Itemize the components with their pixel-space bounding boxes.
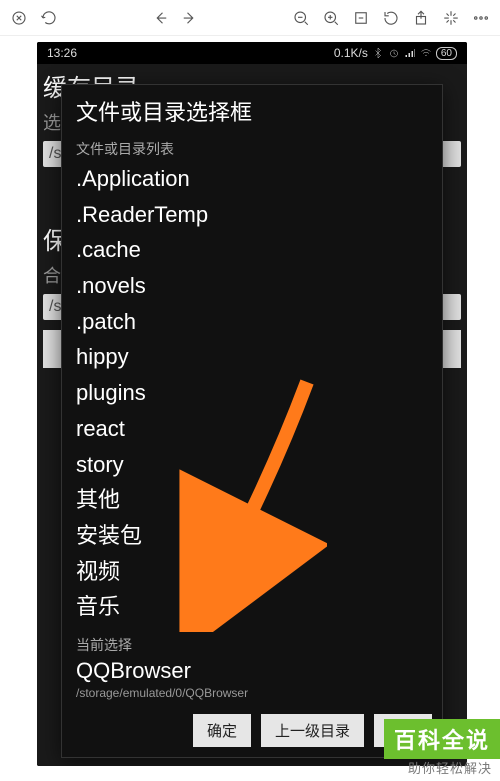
list-item[interactable]: .novels bbox=[74, 268, 430, 304]
rotate-icon[interactable] bbox=[380, 7, 402, 29]
ok-button[interactable]: 确定 bbox=[193, 714, 251, 747]
alarm-icon bbox=[388, 47, 400, 59]
status-time: 13:26 bbox=[47, 46, 77, 60]
file-picker-dialog: 文件或目录选择框 文件或目录列表 .Application .ReaderTem… bbox=[61, 84, 443, 758]
app-toolbar bbox=[0, 0, 500, 36]
more-icon[interactable] bbox=[470, 7, 492, 29]
share-icon[interactable] bbox=[410, 7, 432, 29]
forward-icon[interactable] bbox=[178, 7, 200, 29]
list-item[interactable]: plugins bbox=[74, 375, 430, 411]
list-item[interactable]: 音乐 bbox=[74, 589, 430, 625]
zoom-out-icon[interactable] bbox=[290, 7, 312, 29]
device-frame: 13:26 0.1K/s 60 缓存目录 选择目录 /storage/emula… bbox=[37, 42, 467, 766]
watermark-badge: 百科全说 bbox=[384, 719, 500, 759]
zoom-in-icon[interactable] bbox=[320, 7, 342, 29]
list-item[interactable]: 安装包 bbox=[74, 518, 430, 554]
dialog-current-name: QQBrowser bbox=[62, 657, 442, 686]
list-item[interactable]: .cache bbox=[74, 232, 430, 268]
list-item[interactable]: .patch bbox=[74, 304, 430, 340]
dialog-list: .Application .ReaderTemp .cache .novels … bbox=[62, 161, 442, 631]
list-item[interactable]: 视频 bbox=[74, 554, 430, 590]
close-icon[interactable] bbox=[8, 7, 30, 29]
dialog-current-label: 当前选择 bbox=[62, 631, 442, 657]
list-item[interactable]: react bbox=[74, 411, 430, 447]
signal-icon bbox=[404, 47, 416, 59]
up-dir-button[interactable]: 上一级目录 bbox=[261, 714, 364, 747]
sparkle-icon[interactable] bbox=[440, 7, 462, 29]
list-item[interactable]: .Application bbox=[74, 161, 430, 197]
watermark-subtitle: 助你轻松解决 bbox=[408, 758, 492, 777]
list-item[interactable]: .ReaderTemp bbox=[74, 197, 430, 233]
refresh-icon[interactable] bbox=[38, 7, 60, 29]
list-item[interactable]: hippy bbox=[74, 339, 430, 375]
fit-width-icon[interactable] bbox=[350, 7, 372, 29]
status-netspeed: 0.1K/s bbox=[334, 46, 368, 60]
wifi-icon bbox=[420, 47, 432, 59]
dialog-current-path: /storage/emulated/0/QQBrowser bbox=[62, 686, 442, 708]
battery-icon: 60 bbox=[436, 47, 457, 60]
list-item[interactable]: story bbox=[74, 447, 430, 483]
bluetooth-icon bbox=[372, 47, 384, 59]
dialog-list-label: 文件或目录列表 bbox=[62, 135, 442, 161]
dialog-title: 文件或目录选择框 bbox=[62, 85, 442, 135]
list-item[interactable]: 其他 bbox=[74, 482, 430, 518]
status-bar: 13:26 0.1K/s 60 bbox=[37, 42, 467, 64]
back-icon[interactable] bbox=[150, 7, 172, 29]
